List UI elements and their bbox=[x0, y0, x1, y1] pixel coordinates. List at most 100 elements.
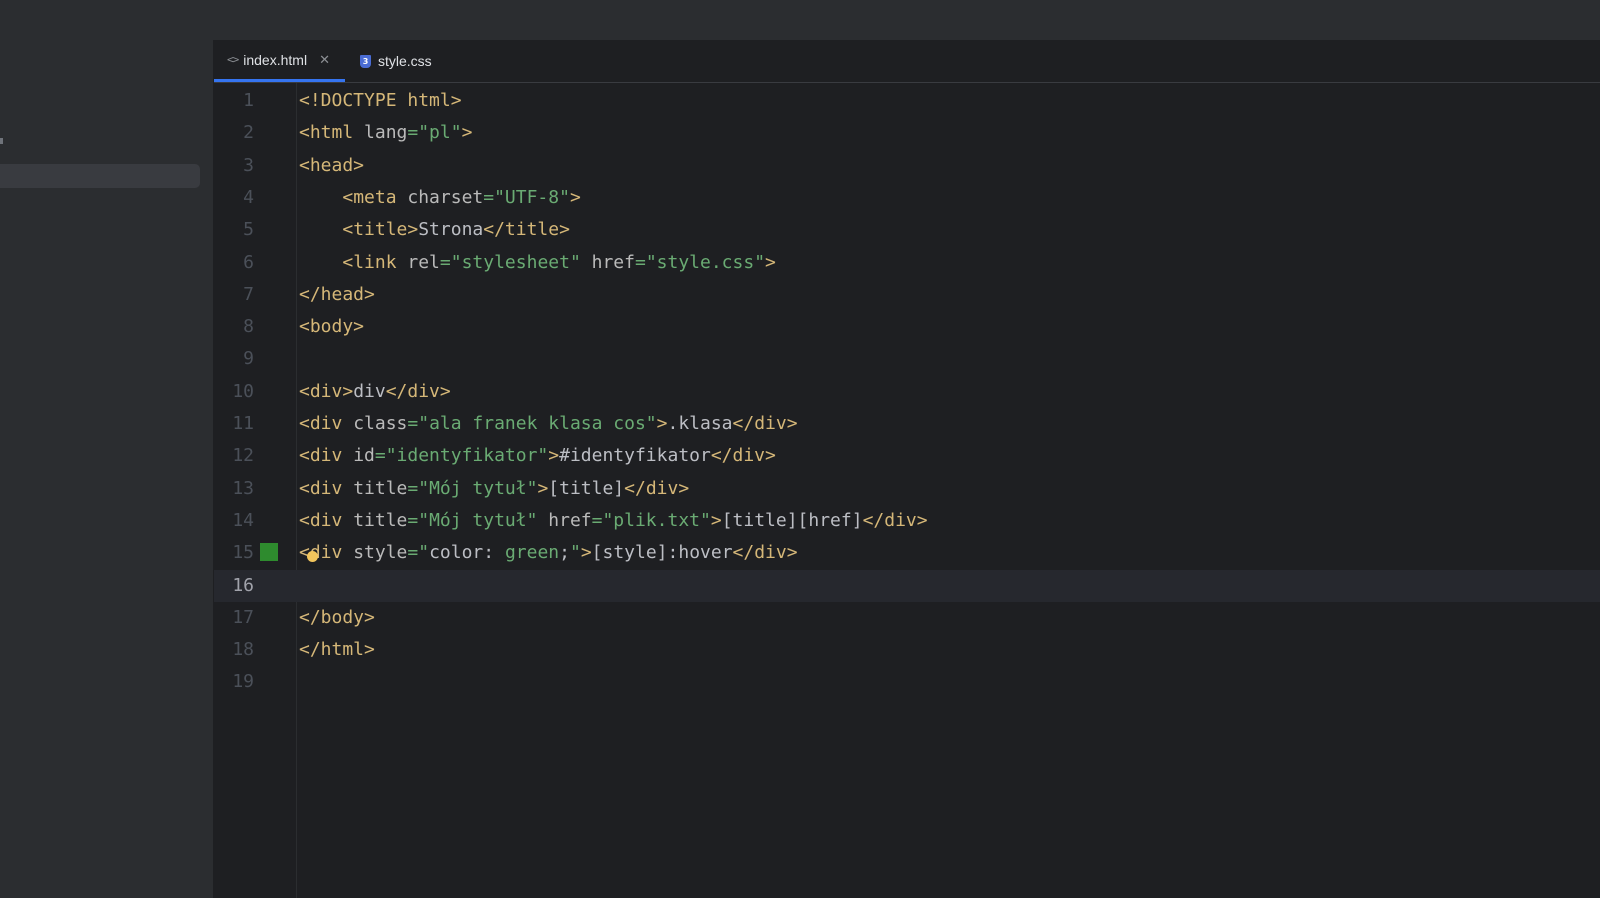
editor-tab-bar: <> index.html ✕ 3 style.css bbox=[214, 40, 1600, 83]
code-token: </div> bbox=[624, 477, 690, 499]
sidebar-selected-item[interactable] bbox=[0, 164, 200, 188]
code-token: </head> bbox=[299, 283, 375, 305]
code-token: <div bbox=[299, 413, 343, 434]
code-token: <html bbox=[299, 122, 354, 144]
code-token: > bbox=[569, 186, 581, 208]
sidebar-collapse-handle[interactable] bbox=[0, 138, 3, 144]
code-text: <body> bbox=[299, 311, 364, 343]
code-token: Strona bbox=[418, 219, 484, 241]
code-token: href bbox=[580, 251, 635, 273]
code-line[interactable]: 7 </head> bbox=[214, 279, 1600, 311]
code-token: ="Mój tytuł" bbox=[407, 477, 538, 499]
code-token: color: bbox=[429, 542, 505, 564]
code-token: </div> bbox=[710, 445, 776, 467]
color-swatch-icon[interactable] bbox=[260, 543, 278, 562]
code-token: title bbox=[342, 477, 408, 499]
code-line[interactable]: 19 bbox=[214, 666, 1600, 698]
code-token: [style]:hover bbox=[591, 542, 733, 564]
css-file-icon: 3 bbox=[360, 54, 371, 68]
code-line[interactable]: 12 <div id="identyfikator">#identyfikator… bbox=[214, 440, 1600, 472]
line-number: 15 bbox=[232, 542, 254, 564]
code-token: <div bbox=[299, 509, 343, 531]
code-text: <head> bbox=[299, 150, 364, 182]
code-token: [title][href] bbox=[721, 509, 863, 531]
code-token: </body> bbox=[299, 606, 375, 628]
line-number: 8 bbox=[243, 316, 254, 338]
code-token: > bbox=[548, 445, 560, 467]
code-text: <div>div</div> bbox=[299, 376, 451, 408]
code-text: <link rel="stylesheet" href="style.css"> bbox=[299, 247, 776, 279]
code-text: </body> bbox=[299, 602, 375, 634]
line-number: 6 bbox=[243, 251, 254, 273]
editor: <> index.html ✕ 3 style.css 1 <!DOCTYPE h… bbox=[214, 40, 1600, 898]
line-number: 2 bbox=[243, 122, 254, 144]
code-token: ="Mój tytuł" bbox=[407, 509, 538, 531]
code-token: ="style.css" bbox=[634, 251, 766, 273]
line-number: 12 bbox=[232, 445, 254, 467]
code-text: <meta charset="UTF-8"> bbox=[299, 182, 581, 214]
code-line[interactable]: 4 <meta charset="UTF-8"> bbox=[214, 182, 1600, 214]
code-token: green bbox=[504, 542, 560, 564]
code-text: <div id="identyfikator">#identyfikator</… bbox=[299, 440, 776, 472]
code-editor[interactable]: 1 <!DOCTYPE html> 2 <html lang="pl"> 3 <head>… bbox=[214, 83, 1600, 898]
code-line[interactable]: 2 <html lang="pl"> bbox=[214, 117, 1600, 149]
code-token: class bbox=[342, 413, 408, 434]
code-token: ="stylesheet" bbox=[439, 251, 581, 273]
code-token: [title] bbox=[548, 477, 625, 499]
code-line[interactable]: 18 </html> bbox=[214, 634, 1600, 666]
code-token: <!DOCTYPE html> bbox=[299, 90, 462, 111]
line-number: 17 bbox=[232, 606, 254, 628]
code-token: > bbox=[461, 122, 473, 144]
code-token: charset bbox=[396, 186, 484, 208]
code-token: <link bbox=[342, 251, 397, 273]
code-token: </div> bbox=[732, 413, 798, 434]
code-token: .klasa bbox=[667, 413, 733, 434]
code-line[interactable]: 6 <link rel="stylesheet" href="style.css… bbox=[214, 247, 1600, 279]
code-token: <meta bbox=[342, 186, 397, 208]
code-line[interactable]: 9 bbox=[214, 343, 1600, 375]
line-number: 14 bbox=[232, 509, 254, 531]
code-line[interactable]: 15 <div style="color: green;">[style]:hov… bbox=[214, 537, 1600, 569]
tab-label: index.html bbox=[243, 51, 308, 68]
code-token: =" bbox=[407, 542, 430, 564]
tab-style-css[interactable]: 3 style.css bbox=[357, 40, 457, 82]
code-token: > bbox=[537, 477, 549, 499]
code-line[interactable]: 16 bbox=[214, 569, 1600, 602]
html-file-icon: <> bbox=[227, 53, 239, 66]
code-token: ="UTF-8" bbox=[483, 186, 570, 208]
code-token: > bbox=[710, 509, 722, 531]
close-icon[interactable]: ✕ bbox=[319, 52, 330, 68]
code-text: <title>Strona</title> bbox=[299, 214, 570, 246]
line-number: 19 bbox=[232, 671, 254, 693]
code-token: title bbox=[342, 509, 408, 531]
code-line[interactable]: 3 <head> bbox=[214, 150, 1600, 182]
line-number: 9 bbox=[243, 348, 254, 370]
code-text: <html lang="pl"> bbox=[299, 117, 472, 149]
code-token: </title> bbox=[483, 219, 570, 241]
code-token: <div> bbox=[299, 380, 354, 402]
line-number: 10 bbox=[232, 380, 254, 402]
code-text: <div title="Mój tytuł" href="plik.txt">[… bbox=[299, 505, 928, 537]
code-line[interactable]: 14 <div title="Mój tytuł" href="plik.txt"… bbox=[214, 505, 1600, 537]
code-token: </div> bbox=[385, 380, 451, 402]
code-token: </div> bbox=[862, 509, 928, 531]
line-number: 1 bbox=[243, 90, 254, 111]
code-text: <div title="Mój tytuł">[title]</div> bbox=[299, 473, 689, 505]
code-line[interactable]: 11 <div class="ala franek klasa cos">.kla… bbox=[214, 408, 1600, 440]
code-token: <head> bbox=[299, 154, 365, 176]
code-line[interactable]: 10 <div>div</div> bbox=[214, 376, 1600, 408]
code-line[interactable]: 13 <div title="Mój tytuł">[title]</div> bbox=[214, 473, 1600, 505]
title-bar bbox=[0, 0, 1600, 41]
code-line[interactable]: 5 <title>Strona</title> bbox=[214, 214, 1600, 246]
code-line[interactable]: 1 <!DOCTYPE html> bbox=[214, 85, 1600, 117]
line-number: 18 bbox=[232, 639, 254, 661]
code-text: <div class="ala franek klasa cos">.klasa… bbox=[299, 408, 798, 440]
code-token: id bbox=[342, 445, 375, 467]
tab-index-html[interactable]: <> index.html ✕ bbox=[214, 40, 345, 82]
code-line[interactable]: 17 </body> bbox=[214, 602, 1600, 634]
tab-label: style.css bbox=[378, 53, 432, 69]
code-line[interactable]: 8 <body> bbox=[214, 311, 1600, 343]
